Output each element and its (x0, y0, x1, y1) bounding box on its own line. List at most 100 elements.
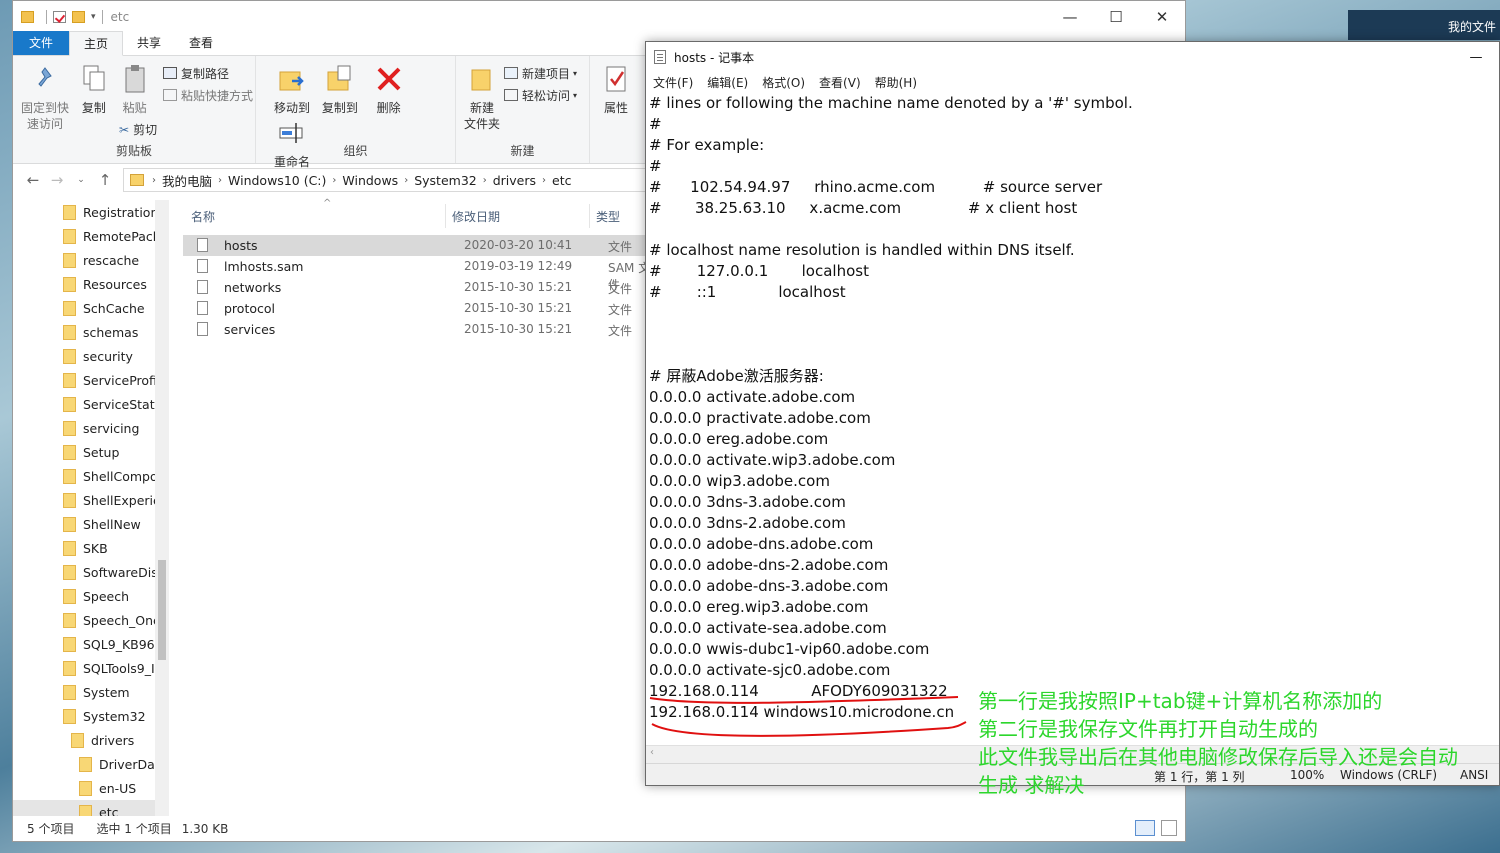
minimize-button[interactable]: — (1047, 1, 1093, 32)
breadcrumb-item[interactable]: Windows (336, 173, 404, 188)
up-arrow-icon[interactable]: ↑ (93, 171, 117, 189)
tree-item[interactable]: System (13, 680, 155, 704)
breadcrumb-item[interactable]: 我的电脑 (156, 171, 218, 190)
tree-scrollbar-thumb[interactable] (158, 560, 166, 660)
tree-item[interactable]: ShellExperie (13, 488, 155, 512)
delete-button[interactable]: 删除 (370, 62, 408, 116)
column-header-name[interactable]: 名称 (191, 208, 215, 225)
notepad-close-button[interactable]: — (1453, 42, 1499, 72)
folder-icon (63, 660, 76, 676)
maximize-button[interactable]: ☐ (1093, 1, 1139, 32)
back-arrow-icon[interactable]: ← (21, 171, 45, 189)
tree-item[interactable]: SoftwareDis (13, 560, 155, 584)
tree-item[interactable]: SQLTools9_I (13, 656, 155, 680)
copy-path-button[interactable]: 复制路径 (163, 62, 253, 84)
recent-locations-chevron-icon[interactable]: ⌄ (69, 175, 93, 185)
easy-access-button[interactable]: 轻松访问 ▾ (504, 84, 577, 106)
paste-shortcut-button[interactable]: 粘贴快捷方式 (163, 84, 253, 106)
tab-home[interactable]: 主页 (69, 31, 124, 56)
tab-view[interactable]: 查看 (175, 31, 227, 55)
file-row[interactable]: protocol 2015-10-30 15:21 文件 (183, 298, 653, 319)
text-line: 0.0.0.0 adobe-dns.adobe.com (649, 535, 874, 553)
new-item-button[interactable]: 新建项目 ▾ (504, 62, 577, 84)
tab-file[interactable]: 文件 (13, 31, 70, 55)
tree-item[interactable]: security (13, 344, 155, 368)
tree-item[interactable]: servicing (13, 416, 155, 440)
open-group: 属性 (590, 56, 650, 163)
organize-group: 移动到 复制到 删除 重命名 组织 (256, 56, 456, 169)
file-row[interactable]: lmhosts.sam 2019-03-19 12:49 SAM 文件 (183, 256, 653, 292)
text-line: # (649, 157, 662, 175)
file-row[interactable]: hosts 2020-03-20 10:41 文件 (183, 235, 653, 256)
folder-icon (63, 636, 76, 652)
tree-item[interactable]: SQL9_KB960 (13, 632, 155, 656)
folder-icon (63, 612, 76, 628)
tree-item[interactable]: ServiceState (13, 392, 155, 416)
breadcrumb-item[interactable]: Windows10 (C:) (222, 173, 332, 188)
tree-item[interactable]: DriverDat (13, 752, 155, 776)
tree-item[interactable]: drivers (13, 728, 155, 752)
properties-quick-icon[interactable] (53, 10, 66, 23)
tree-item[interactable]: schemas (13, 320, 155, 344)
text-line: 0.0.0.0 activate-sea.adobe.com (649, 619, 887, 637)
column-header-date[interactable]: 修改日期 (452, 208, 500, 225)
tree-item[interactable]: ShellNew (13, 512, 155, 536)
breadcrumb-item[interactable]: System32 (408, 173, 483, 188)
tree-scrollbar[interactable] (155, 200, 169, 818)
paste-button[interactable]: 粘贴 (115, 62, 155, 116)
menu-help[interactable]: 帮助(H) (875, 74, 917, 91)
paste-icon (119, 62, 151, 96)
breadcrumb-item[interactable]: etc (546, 173, 577, 188)
copy-to-button[interactable]: 复制到 (318, 62, 362, 116)
tab-share[interactable]: 共享 (123, 31, 175, 55)
tree-item[interactable]: Resources (13, 272, 155, 296)
tree-item-label: Registration (83, 204, 155, 220)
tree-item[interactable]: Speech_One (13, 608, 155, 632)
column-header-type[interactable]: 类型 (596, 208, 620, 225)
properties-button[interactable]: 属性 (594, 62, 638, 116)
move-to-button[interactable]: 移动到 (270, 62, 314, 116)
notepad-text-area[interactable]: # lines or following the machine name de… (649, 93, 1479, 743)
new-folder-icon (466, 62, 498, 96)
move-folder-icon (276, 62, 308, 96)
tree-item[interactable]: rescache (13, 248, 155, 272)
cut-button[interactable]: ✂ 剪切 (119, 118, 157, 140)
new-folder-button[interactable]: 新建 文件夹 (460, 62, 504, 132)
tree-item[interactable]: Setup (13, 440, 155, 464)
new-folder-quick-icon[interactable] (72, 10, 85, 23)
file-row[interactable]: networks 2015-10-30 15:21 文件 (183, 277, 653, 298)
annotation-line-3: 此文件我导出后在其他电脑修改保存后导入还是会自动 (978, 745, 1458, 769)
tree-item[interactable]: en-US (13, 776, 155, 800)
tree-item-label: ShellExperie (83, 492, 155, 508)
file-type: 文件 (608, 303, 633, 317)
tree-item[interactable]: System32 (13, 704, 155, 728)
tree-item[interactable]: RemotePack (13, 224, 155, 248)
forward-arrow-icon[interactable]: → (45, 171, 69, 189)
breadcrumb-item[interactable]: drivers (487, 173, 542, 188)
cursor-position: 第 1 行，第 1 列 (1154, 770, 1245, 784)
menu-view[interactable]: 查看(V) (819, 74, 861, 91)
file-row[interactable]: services 2015-10-30 15:21 文件 (183, 319, 653, 340)
folder-icon (63, 324, 76, 340)
tree-item[interactable]: SchCache (13, 296, 155, 320)
copy-button[interactable]: 复制 (77, 62, 111, 116)
menu-file[interactable]: 文件(F) (653, 74, 693, 91)
large-icons-view-icon[interactable] (1161, 820, 1177, 836)
text-line: # (649, 115, 662, 133)
quick-access-dropdown-icon[interactable]: ▾ (91, 12, 96, 22)
menu-format[interactable]: 格式(O) (762, 74, 805, 91)
tree-item[interactable]: Speech (13, 584, 155, 608)
close-button[interactable]: ✕ (1139, 1, 1185, 32)
details-view-icon[interactable] (1135, 820, 1155, 836)
menu-edit[interactable]: 编辑(E) (707, 74, 748, 91)
tree-item[interactable]: SKB (13, 536, 155, 560)
file-name: lmhosts.sam (224, 259, 304, 274)
scroll-left-arrow-icon[interactable]: ‹ (650, 747, 654, 758)
tree-item[interactable]: ShellCompo (13, 464, 155, 488)
pin-quick-access-button[interactable]: 固定到快 速访问 (17, 62, 73, 132)
tree-item[interactable]: ServiceProfil (13, 368, 155, 392)
text-line: 0.0.0.0 3dns-3.adobe.com (649, 493, 846, 511)
tree-item[interactable]: Registration (13, 200, 155, 224)
folder-icon (63, 252, 76, 268)
folder-icon (63, 516, 76, 532)
